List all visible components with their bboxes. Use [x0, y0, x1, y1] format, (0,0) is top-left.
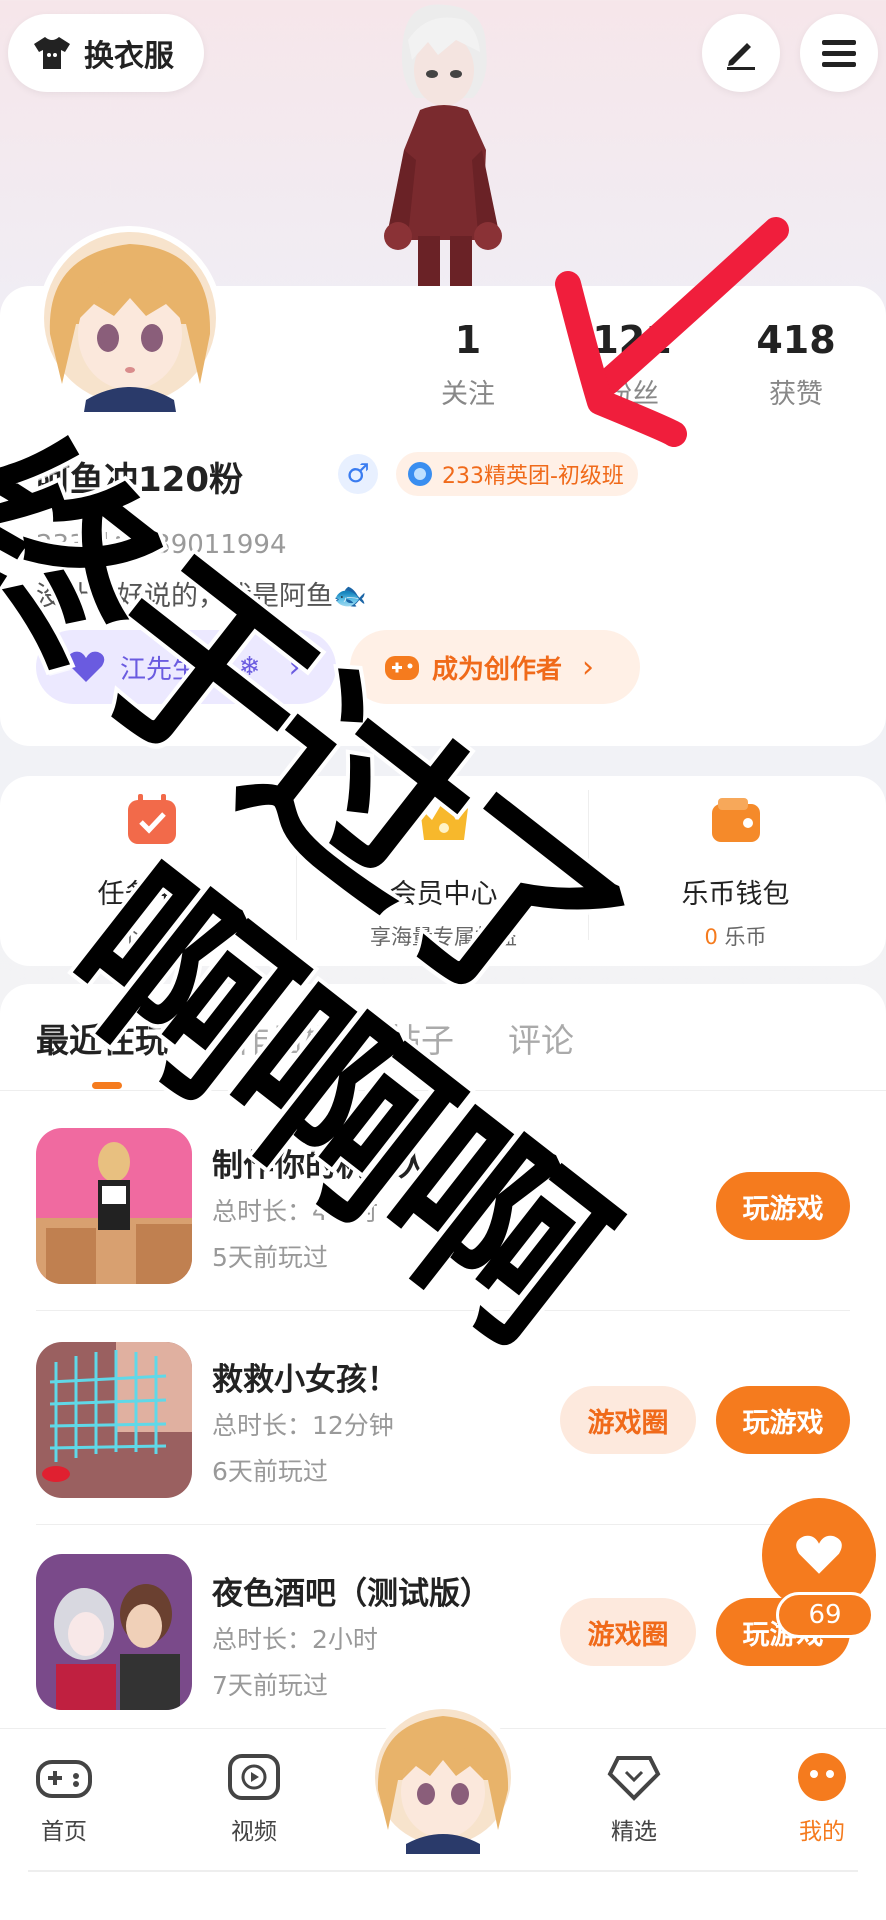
task-sub: 个待完成	[119, 925, 204, 949]
game-duration: 总时长：12分钟	[212, 1411, 394, 1440]
game-thumbnail[interactable]	[36, 1342, 192, 1498]
divider	[36, 1524, 850, 1525]
game-name[interactable]: 救救小女孩！	[212, 1354, 398, 1399]
game-thumbnail[interactable]	[36, 1554, 192, 1710]
heart-icon	[67, 651, 105, 682]
tab-works[interactable]: 作品栏	[236, 1014, 335, 1062]
stat-following[interactable]: 1 关注	[408, 318, 528, 411]
menu-button[interactable]	[800, 14, 878, 92]
game-name[interactable]: 夜色酒吧（测试版）	[212, 1568, 491, 1613]
avatar[interactable]	[36, 224, 224, 412]
play-game-button[interactable]: 玩游戏	[716, 1172, 850, 1240]
game-thumbnail[interactable]	[36, 1128, 192, 1284]
wallet-icon	[711, 798, 760, 842]
coin-sub: 乐币	[724, 925, 767, 949]
user-name: 阿鱼冲120粉	[36, 460, 243, 500]
game-last-played: 7天前玩过	[212, 1671, 328, 1700]
stat-following-label: 关注	[441, 379, 495, 410]
game-name[interactable]: 制作你的机器人	[212, 1140, 429, 1185]
divider	[0, 1090, 886, 1091]
nav-featured-label: 精选	[611, 1819, 657, 1845]
wallet-title: 乐币钱包	[681, 879, 790, 910]
pencil-icon	[727, 43, 755, 70]
user-bio: 没什么好说的，我是阿鱼🐟	[36, 581, 367, 612]
snowflake-icon: ❄	[238, 652, 261, 682]
member-center-title: 会员中心	[389, 879, 498, 910]
friend-name: 江先生	[120, 654, 199, 685]
elite-badge[interactable]: 233精英团-初级班	[396, 452, 638, 496]
friend-level: 131	[198, 649, 225, 665]
friend-chip[interactable]: 江先生 131 ❄ ›	[36, 630, 336, 704]
heart-icon	[796, 1535, 842, 1574]
game-last-played: 6天前玩过	[212, 1457, 328, 1486]
nav-home[interactable]: 首页	[4, 1752, 124, 1846]
task-center[interactable]: 任务中心 4 个待完成	[4, 790, 299, 951]
smile-face-icon	[798, 1753, 846, 1801]
tab-indicator	[92, 1082, 122, 1089]
coin-wallet[interactable]: 乐币钱包 0 乐币	[588, 790, 883, 951]
game-last-played: 5天前玩过	[212, 1243, 328, 1272]
hamburger-menu-icon	[822, 40, 856, 67]
nav-video-label: 视频	[231, 1819, 277, 1845]
game-duration: 总时长：2小时	[212, 1625, 378, 1654]
nav-home-label: 首页	[41, 1819, 87, 1845]
member-center[interactable]: 会员中心 享海量专属权益	[296, 790, 591, 951]
heart-diamond-icon	[607, 1756, 661, 1801]
task-center-title: 任务中心	[97, 879, 206, 910]
tab-posts[interactable]: 帖子	[388, 1014, 454, 1062]
nav-video[interactable]: 视频	[194, 1752, 314, 1846]
user-id: 233号：339011994	[36, 530, 287, 560]
tab-comments[interactable]: 评论	[508, 1014, 574, 1062]
nav-mine-label: 我的	[799, 1819, 845, 1845]
become-creator-label: 成为创作者	[432, 654, 563, 685]
like-count: 69	[776, 1592, 874, 1638]
male-icon: ♂	[338, 454, 378, 494]
gamepad-icon	[385, 656, 419, 680]
badge-label: 233精英团-初级班	[442, 464, 624, 489]
tab-recently-played[interactable]: 最近在玩	[36, 1014, 168, 1062]
nav-featured[interactable]: 精选	[574, 1752, 694, 1846]
become-creator-button[interactable]: 成为创作者 ›	[350, 630, 640, 704]
game-duration: 总时长：4小时	[212, 1197, 378, 1226]
play-game-button[interactable]: 玩游戏	[716, 1386, 850, 1454]
crown-icon	[419, 800, 468, 840]
stat-following-value: 1	[454, 318, 482, 362]
video-play-icon	[228, 1754, 280, 1800]
outfit-label: 换衣服	[84, 39, 174, 74]
chevron-right-icon: ›	[582, 649, 595, 685]
nav-mine[interactable]: 我的	[762, 1752, 882, 1846]
nav-center-avatar[interactable]	[366, 1700, 520, 1854]
game-circle-button[interactable]: 游戏圈	[560, 1598, 696, 1666]
avatar-figure[interactable]	[368, 0, 518, 290]
edit-button[interactable]	[702, 14, 780, 92]
coin-count: 0	[704, 925, 718, 949]
member-center-sub: 享海量专属权益	[370, 925, 517, 949]
calendar-check-icon	[127, 794, 176, 844]
task-count: 4	[99, 925, 113, 949]
divider	[28, 1870, 858, 1872]
divider	[36, 1310, 850, 1311]
outfit-button[interactable]: 换衣服	[8, 14, 204, 92]
chevron-right-icon: ›	[288, 649, 301, 685]
badge-icon	[408, 462, 432, 486]
red-arrow	[555, 217, 789, 447]
gamepad-icon	[36, 1760, 92, 1798]
game-circle-button[interactable]: 游戏圈	[560, 1386, 696, 1454]
tshirt-icon	[34, 37, 70, 69]
